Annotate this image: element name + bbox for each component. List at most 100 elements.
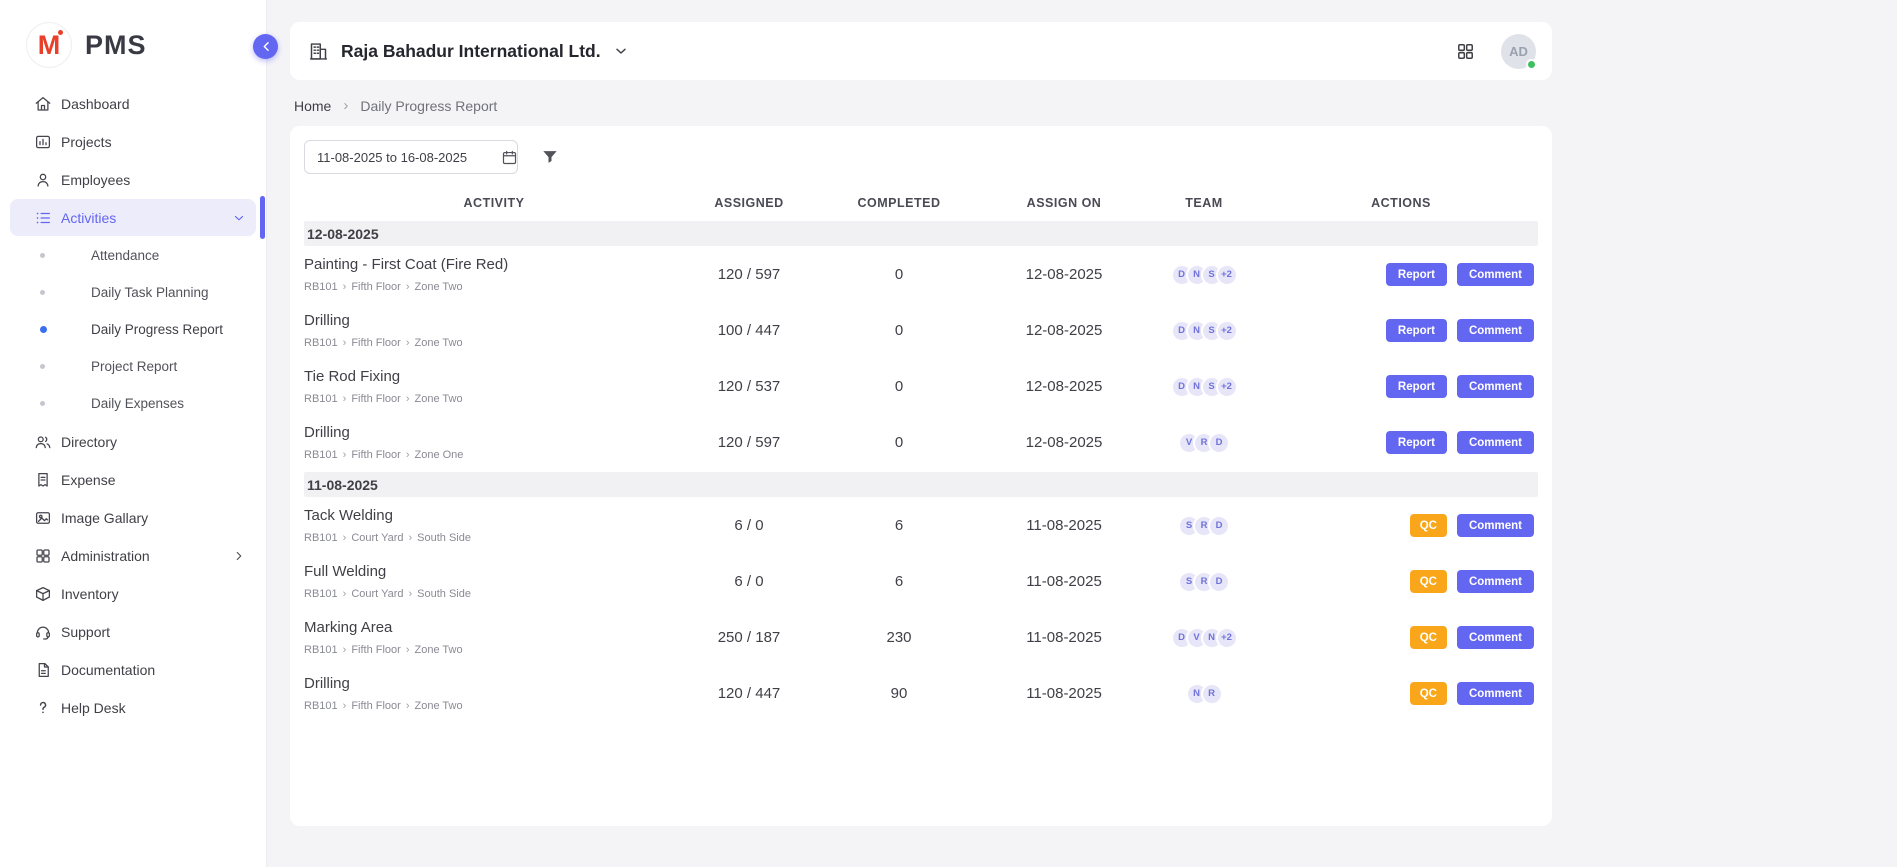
activity-name: Drilling (304, 424, 684, 441)
app-name: PMS (85, 30, 147, 61)
date-range-input[interactable] (315, 149, 495, 166)
sidebar-item-attendance[interactable]: Attendance (10, 237, 256, 274)
chevron-left-icon (259, 39, 274, 54)
sidebar-item-image-gallary[interactable]: Image Gallary (10, 499, 256, 536)
breadcrumb: Home › Daily Progress Report (294, 97, 1552, 114)
sidebar-item-employees[interactable]: Employees (10, 161, 256, 198)
team-cell: DVN+2 (1144, 627, 1264, 649)
actions-cell: QC Comment (1264, 682, 1538, 705)
column-header-assign-on: ASSIGN ON (984, 196, 1144, 210)
user-avatar[interactable]: AD (1501, 34, 1536, 69)
sidebar-item-documentation[interactable]: Documentation (10, 651, 256, 688)
administration-icon (34, 547, 52, 565)
employees-icon (34, 171, 52, 189)
path-segment: RB101 (304, 532, 338, 544)
team-cell: DNS+2 (1144, 264, 1264, 286)
breadcrumb-home-link[interactable]: Home (294, 98, 331, 114)
activity-cell: DrillingRB101›Fifth Floor›Zone Two (304, 675, 684, 712)
actions-cell: Report Comment (1264, 263, 1538, 286)
column-header-completed: COMPLETED (814, 196, 984, 210)
activity-path: RB101›Court Yard›South Side (304, 588, 684, 600)
team-more-badge[interactable]: +2 (1216, 264, 1238, 286)
comment-button[interactable]: Comment (1457, 682, 1534, 705)
inventory-icon (34, 585, 52, 603)
sidebar-item-daily-progress-report[interactable]: Daily Progress Report (10, 311, 256, 348)
comment-button[interactable]: Comment (1457, 626, 1534, 649)
sidebar-item-activities[interactable]: Activities (10, 199, 256, 236)
path-segment: RB101 (304, 281, 338, 293)
completed-value: 0 (814, 378, 984, 395)
sidebar-item-label: Activities (61, 210, 116, 226)
completed-value: 90 (814, 685, 984, 702)
path-segment: Court Yard (351, 532, 403, 544)
comment-button[interactable]: Comment (1457, 514, 1534, 537)
activity-name: Marking Area (304, 619, 684, 636)
activity-cell: DrillingRB101›Fifth Floor›Zone Two (304, 312, 684, 349)
comment-button[interactable]: Comment (1457, 263, 1534, 286)
actions-cell: Report Comment (1264, 431, 1538, 454)
team-cell: SRD (1144, 571, 1264, 593)
apps-grid-button[interactable] (1456, 42, 1475, 61)
sidebar-item-inventory[interactable]: Inventory (10, 575, 256, 612)
path-segment: Fifth Floor (351, 449, 401, 461)
date-range-picker[interactable] (304, 140, 518, 174)
assign-on-value: 12-08-2025 (984, 434, 1144, 451)
company-selector[interactable]: Raja Bahadur International Ltd. (308, 41, 629, 62)
qc-button[interactable]: QC (1410, 626, 1447, 649)
comment-button[interactable]: Comment (1457, 431, 1534, 454)
report-button[interactable]: Report (1386, 431, 1447, 454)
sidebar-subitem-label: Project Report (91, 359, 177, 374)
calendar-icon[interactable] (501, 149, 518, 166)
sidebar: M PMS Dashboard Projects Employees Activ… (0, 0, 267, 867)
sidebar-item-daily-task-planning[interactable]: Daily Task Planning (10, 274, 256, 311)
team-more-badge[interactable]: +2 (1216, 376, 1238, 398)
qc-button[interactable]: QC (1410, 570, 1447, 593)
table-row: Painting - First Coat (Fire Red)RB101›Fi… (304, 247, 1538, 303)
sidebar-item-projects[interactable]: Projects (10, 123, 256, 160)
completed-value: 0 (814, 434, 984, 451)
bullet-icon (40, 364, 45, 369)
sidebar-subitem-label: Attendance (91, 248, 159, 263)
chevron-right-icon: › (343, 338, 347, 349)
report-button[interactable]: Report (1386, 263, 1447, 286)
path-segment: RB101 (304, 449, 338, 461)
sidebar-item-daily-expenses[interactable]: Daily Expenses (10, 385, 256, 422)
actions-cell: QC Comment (1264, 570, 1538, 593)
table-row: Marking AreaRB101›Fifth Floor›Zone Two25… (304, 610, 1538, 666)
comment-button[interactable]: Comment (1457, 319, 1534, 342)
sidebar-item-support[interactable]: Support (10, 613, 256, 650)
assign-on-value: 11-08-2025 (984, 517, 1144, 534)
team-more-badge[interactable]: +2 (1216, 627, 1238, 649)
table-row: Tie Rod FixingRB101›Fifth Floor›Zone Two… (304, 359, 1538, 415)
qc-button[interactable]: QC (1410, 682, 1447, 705)
sidebar-item-label: Inventory (61, 586, 119, 602)
team-cell: SRD (1144, 515, 1264, 537)
sidebar-item-dashboard[interactable]: Dashboard (10, 85, 256, 122)
team-more-badge[interactable]: +2 (1216, 320, 1238, 342)
report-button[interactable]: Report (1386, 319, 1447, 342)
column-header-activity: ACTIVITY (304, 196, 684, 210)
logo-dot (58, 30, 63, 35)
apps-grid-icon (1456, 42, 1475, 61)
filter-button[interactable] (540, 147, 560, 167)
sidebar-item-expense[interactable]: Expense (10, 461, 256, 498)
activity-name: Tie Rod Fixing (304, 368, 684, 385)
sidebar-item-help-desk[interactable]: Help Desk (10, 689, 256, 726)
chevron-right-icon: › (406, 338, 410, 349)
column-header-assigned: ASSIGNED (684, 196, 814, 210)
sidebar-collapse-button[interactable] (253, 34, 278, 59)
chevron-right-icon: › (343, 282, 347, 293)
support-icon (34, 623, 52, 641)
qc-button[interactable]: QC (1410, 514, 1447, 537)
date-group-header: 12-08-2025 (304, 221, 1538, 246)
comment-button[interactable]: Comment (1457, 570, 1534, 593)
chevron-right-icon: › (406, 394, 410, 405)
documentation-icon (34, 661, 52, 679)
report-button[interactable]: Report (1386, 375, 1447, 398)
completed-value: 6 (814, 517, 984, 534)
comment-button[interactable]: Comment (1457, 375, 1534, 398)
sidebar-item-directory[interactable]: Directory (10, 423, 256, 460)
sidebar-item-project-report[interactable]: Project Report (10, 348, 256, 385)
main-area: Raja Bahadur International Ltd. AD Home (267, 0, 1897, 867)
sidebar-item-administration[interactable]: Administration (10, 537, 256, 574)
